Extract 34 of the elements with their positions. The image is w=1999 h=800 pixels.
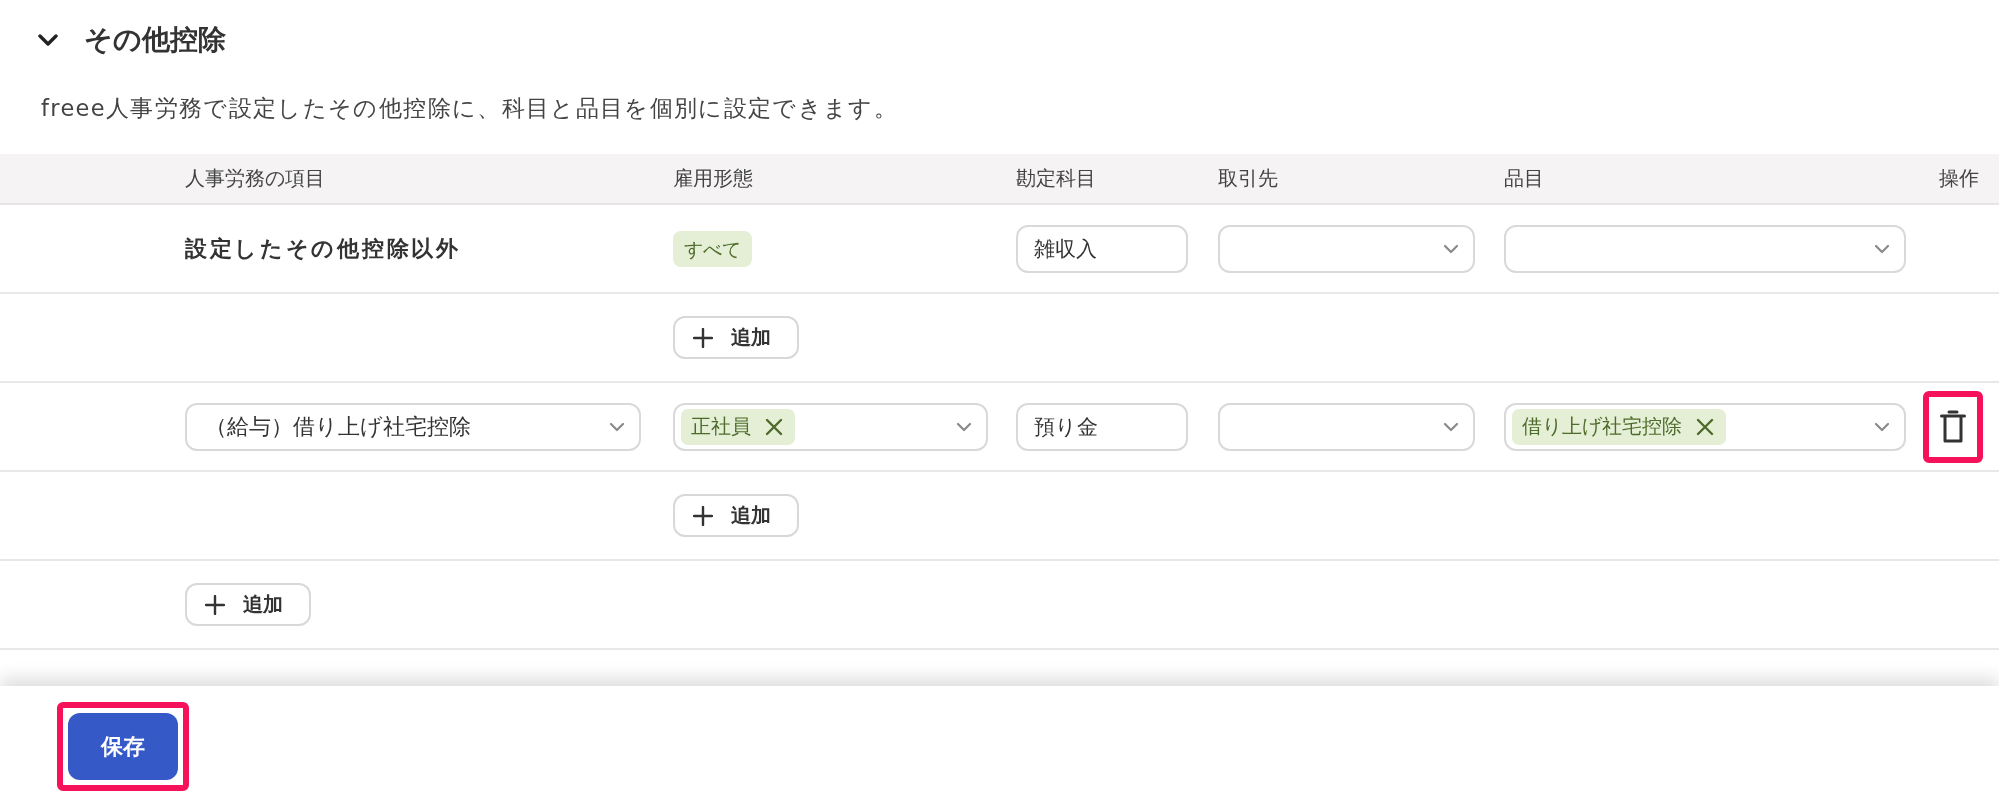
column-header: 操作 bbox=[1939, 165, 1979, 192]
column-header: 人事労務の項目 bbox=[185, 165, 325, 192]
add-button[interactable]: 追加 bbox=[673, 494, 799, 537]
item-select[interactable]: （給与）借り上げ社宅控除 bbox=[185, 402, 641, 451]
chevron-down-icon bbox=[1874, 421, 1890, 432]
chip-label: 借り上げ社宅控除 bbox=[1522, 413, 1682, 440]
plus-icon bbox=[693, 327, 713, 348]
column-header: 勘定科目 bbox=[1016, 165, 1096, 192]
column-header: 品目 bbox=[1504, 165, 1544, 192]
plus-icon bbox=[693, 505, 713, 526]
account-input[interactable]: 雑収入 bbox=[1016, 224, 1188, 273]
column-header: 雇用形態 bbox=[673, 165, 753, 192]
add-button[interactable]: 追加 bbox=[185, 583, 311, 626]
plus-icon bbox=[205, 594, 225, 615]
chevron-down-icon bbox=[609, 421, 625, 432]
chevron-down-icon bbox=[956, 421, 972, 432]
trash-icon bbox=[1940, 410, 1966, 443]
item-name: 設定したその他控除以外 bbox=[185, 234, 461, 263]
x-icon[interactable] bbox=[765, 417, 783, 436]
chip-label: 正社員 bbox=[691, 413, 751, 440]
column-header: 取引先 bbox=[1218, 165, 1278, 192]
add-button[interactable]: 追加 bbox=[673, 316, 799, 359]
goods-select[interactable]: 借り上げ社宅控除 bbox=[1504, 402, 1906, 451]
chevron-down-icon bbox=[1874, 243, 1890, 254]
chevron-down-icon bbox=[1443, 421, 1459, 432]
employment-select[interactable]: 正社員 bbox=[673, 402, 988, 451]
chevron-down-icon bbox=[1443, 243, 1459, 254]
account-input[interactable]: 預り金 bbox=[1016, 402, 1188, 451]
section-description: freee人事労務で設定したその他控除に、科目と品目を個別に設定できます。 bbox=[41, 94, 900, 123]
x-icon[interactable] bbox=[1696, 417, 1714, 436]
chevron-down-icon[interactable] bbox=[38, 33, 58, 47]
employment-type-tag: すべて bbox=[673, 230, 752, 267]
save-button[interactable]: 保存 bbox=[68, 713, 178, 780]
section-title: その他控除 bbox=[84, 22, 226, 58]
